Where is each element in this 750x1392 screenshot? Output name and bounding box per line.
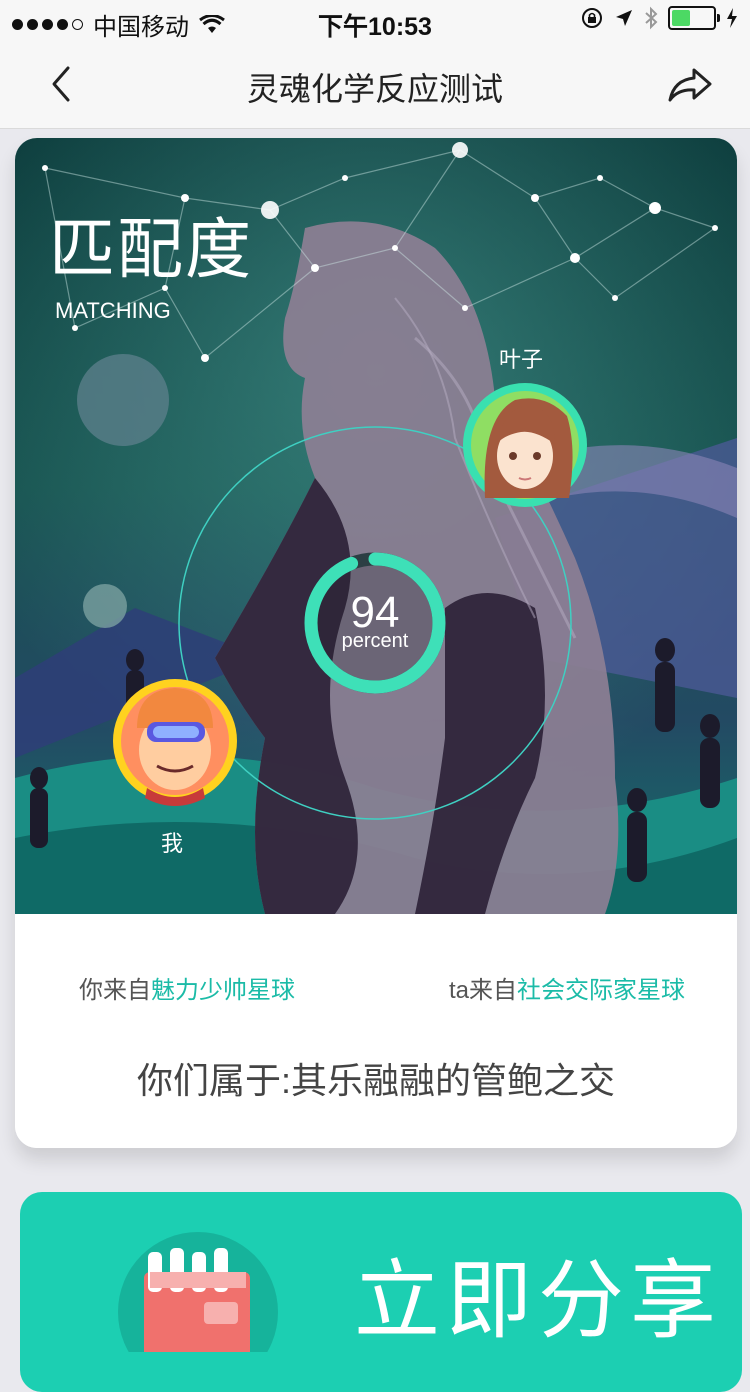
battery-icon xyxy=(668,6,720,30)
bluetooth-icon xyxy=(645,6,658,30)
self-name: 我 xyxy=(161,831,184,856)
orientation-lock-icon xyxy=(582,8,602,28)
charging-icon xyxy=(727,8,737,28)
partner-origin: ta来自社会交际家星球 xyxy=(449,970,685,1005)
match-subtitle: MATCHING xyxy=(55,298,171,323)
partner-origin-planet: 社会交际家星球 xyxy=(517,977,685,1004)
match-info: 你来自魅力少帅星球 ta来自社会交际家星球 你们属于:其乐融融的管鲍之交 xyxy=(15,914,737,1148)
partner-name: 叶子 xyxy=(499,347,544,372)
relationship-result: 你们属于:其乐融融的管鲍之交 xyxy=(136,1060,615,1101)
soda-bottles-icon xyxy=(118,1232,278,1352)
match-title: 匹配度 xyxy=(49,212,253,286)
self-origin-planet: 魅力少帅星球 xyxy=(151,977,295,1004)
share-now-button[interactable]: 立即分享 xyxy=(20,1192,742,1392)
location-arrow-icon xyxy=(616,10,632,26)
self-origin: 你来自魅力少帅星球 xyxy=(79,970,295,1005)
page-title: 灵魂化学反应测试 xyxy=(246,71,503,107)
self-origin-prefix: 你来自 xyxy=(79,977,151,1004)
match-card: 匹配度 MATCHING 叶子 我 94 percent 你来自魅力少帅星球 t… xyxy=(15,138,737,1148)
partner-origin-prefix: ta来自 xyxy=(448,977,517,1004)
match-percent-label: percent xyxy=(341,630,409,652)
partner-avatar[interactable] xyxy=(463,383,587,507)
share-now-label: 立即分享 xyxy=(354,1253,722,1349)
status-right xyxy=(580,6,738,30)
status-bar: 中国移动 下午10:53 xyxy=(0,0,750,41)
share-icon[interactable] xyxy=(666,62,714,106)
nav-bar: 灵魂化学反应测试 xyxy=(0,40,750,129)
match-illustration: 匹配度 MATCHING 叶子 我 94 percent xyxy=(15,138,737,914)
